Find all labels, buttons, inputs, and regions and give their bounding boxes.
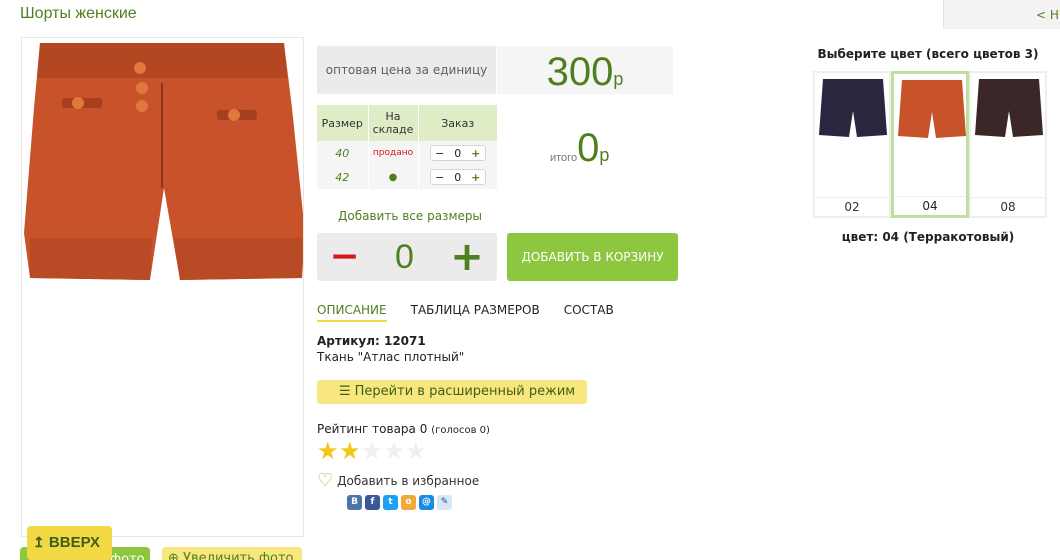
scroll-up-button[interactable]: ↥ ВВЕРХ (27, 526, 112, 560)
fabric-text: Ткань "Атлас плотный" (317, 350, 465, 364)
price-value: 300р (497, 46, 673, 94)
size-cell: 42 (317, 165, 368, 189)
add-to-favorites-link[interactable]: ♡ Добавить в избранное (317, 470, 479, 491)
prev-product-nav[interactable]: < Н (943, 0, 1060, 29)
star-icon[interactable]: ★ (339, 439, 361, 463)
main-quantity-stepper[interactable]: − 0 + (317, 233, 497, 281)
stock-cell: продано (367, 141, 419, 165)
favorites-label: Добавить в избранное (337, 473, 480, 488)
add-to-cart-button[interactable]: ДОБАВИТЬ В КОРЗИНУ (507, 233, 678, 281)
minus-button[interactable]: − (431, 171, 449, 184)
mailru-icon[interactable]: @ (419, 495, 434, 510)
color-swatch-04[interactable]: 04 (891, 71, 969, 218)
tab-description[interactable]: ОПИСАНИЕ (317, 303, 387, 322)
colors-title: Выберите цвет (всего цветов 3) (817, 47, 1039, 61)
advanced-mode-button[interactable]: ☰ Перейти в расширенный режим (317, 380, 587, 404)
tab-size-chart[interactable]: ТАБЛИЦА РАЗМЕРОВ (411, 303, 540, 322)
product-tabs: ОПИСАНИЕ ТАБЛИЦА РАЗМЕРОВ СОСТАВ (317, 303, 638, 322)
quantity-value[interactable]: 0 (449, 147, 467, 160)
twitter-icon[interactable]: t (383, 495, 398, 510)
table-row: 42 ● − 0 + (317, 165, 497, 189)
star-icon[interactable]: ★ (361, 439, 383, 463)
social-share-bar: B f t o @ ✎ (347, 495, 455, 510)
color-swatch-02[interactable]: 02 (813, 71, 891, 218)
article-number: Артикул: 12071 (317, 334, 426, 348)
total-number: 0 (577, 126, 600, 170)
plus-button[interactable]: + (467, 171, 485, 184)
scroll-up-label: ВВЕРХ (48, 534, 101, 551)
rating-votes: (голосов 0) (431, 425, 490, 436)
arrow-up-icon: ↥ (33, 534, 45, 550)
main-plus-button[interactable]: + (437, 237, 497, 277)
page-title: Шорты женские (20, 5, 137, 22)
zoom-icon: ⊕ (168, 551, 179, 560)
rating-stars[interactable]: ★ ★ ★ ★ ★ (317, 439, 427, 463)
vk-icon[interactable]: B (347, 495, 362, 510)
color-swatches: 02 04 08 (813, 71, 1047, 218)
price-number: 300 (546, 50, 614, 94)
swatch-image (898, 80, 966, 138)
quantity-value[interactable]: 0 (449, 171, 467, 184)
total-price: итого0р (550, 128, 609, 168)
prev-product-link[interactable]: < Н (1036, 8, 1059, 22)
table-row: 40 продано − 0 + (317, 141, 497, 165)
add-all-sizes-link[interactable]: Добавить все размеры (338, 209, 482, 223)
list-icon: ☰ (339, 384, 351, 399)
swatch-code: 02 (815, 197, 889, 214)
advanced-mode-label: Перейти в расширенный режим (354, 384, 576, 399)
facebook-icon[interactable]: f (365, 495, 380, 510)
product-photo[interactable] (21, 37, 304, 537)
star-icon[interactable]: ★ (383, 439, 405, 463)
plus-button[interactable]: + (467, 147, 485, 160)
heart-icon: ♡ (317, 470, 334, 491)
swatch-image (819, 79, 887, 137)
quantity-stepper[interactable]: − 0 + (429, 145, 486, 161)
star-icon[interactable]: ★ (405, 439, 427, 463)
swatch-code: 08 (971, 197, 1045, 214)
odnoklassniki-icon[interactable]: o (401, 495, 416, 510)
swatch-code: 04 (894, 196, 966, 213)
order-header: Заказ (418, 105, 497, 141)
rating-label: Рейтинг товара 0 (317, 422, 428, 436)
price-label: оптовая цена за единицу (317, 46, 496, 94)
zoom-photo-button[interactable]: ⊕ Увеличить фото (162, 547, 302, 560)
in-stock-dot: ● (367, 165, 419, 189)
photo-button-label: фото (110, 552, 145, 560)
color-swatch-08[interactable]: 08 (969, 71, 1047, 218)
size-header: Размер (317, 105, 368, 141)
tab-composition[interactable]: СОСТАВ (564, 303, 614, 322)
size-cell: 40 (317, 141, 368, 165)
total-label: итого (550, 152, 578, 164)
minus-button[interactable]: − (431, 147, 449, 160)
rating-text: Рейтинг товара 0 (голосов 0) (317, 422, 490, 436)
zoom-photo-label: Увеличить фото (183, 551, 294, 560)
price-currency: р (613, 69, 624, 89)
order-cell: − 0 + (418, 165, 497, 189)
star-icon[interactable]: ★ (317, 439, 339, 463)
main-quantity-value[interactable]: 0 (372, 238, 437, 277)
size-table: Размер На складе Заказ 40 продано − 0 + … (317, 105, 497, 189)
selected-color-label: цвет: 04 (Терракотовый) (841, 230, 1015, 244)
quantity-stepper[interactable]: − 0 + (429, 169, 486, 185)
main-minus-button[interactable]: − (317, 239, 372, 275)
swatch-image (975, 79, 1043, 137)
stock-header: На складе (367, 105, 419, 141)
order-cell: − 0 + (418, 141, 497, 165)
livejournal-icon[interactable]: ✎ (437, 495, 452, 510)
total-currency: р (599, 145, 610, 165)
shorts-image (24, 43, 303, 280)
